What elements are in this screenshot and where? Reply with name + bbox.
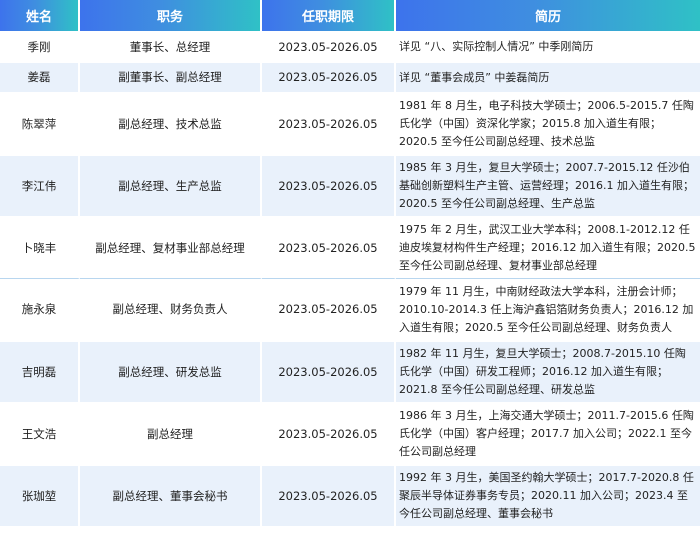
cell-term: 2023.05-2026.05 <box>262 464 396 526</box>
cell-bio: 1985 年 3 月生，复旦大学硕士；2007.7-2015.12 任沙伯基础创… <box>396 154 700 216</box>
cell-title: 副总经理、研发总监 <box>80 340 262 402</box>
cell-term: 2023.05-2026.05 <box>262 340 396 402</box>
cell-title: 副董事长、副总经理 <box>80 61 262 92</box>
header-term: 任职期限 <box>262 0 396 31</box>
header-bio: 简历 <box>396 0 700 31</box>
cell-bio: 1979 年 11 月生，中南财经政法大学本科，注册会计师；2010.10-20… <box>396 278 700 340</box>
cell-name: 王文浩 <box>0 402 80 464</box>
header-title: 职务 <box>80 0 262 31</box>
cell-title: 副总经理、财务负责人 <box>80 278 262 340</box>
cell-term: 2023.05-2026.05 <box>262 216 396 278</box>
table-row: 张珈堃 副总经理、董事会秘书 2023.05-2026.05 1992 年 3 … <box>0 464 700 526</box>
cell-term: 2023.05-2026.05 <box>262 61 396 92</box>
cell-bio: 1975 年 2 月生，武汉工业大学本科；2008.1-2012.12 任迪皮埃… <box>396 216 700 278</box>
table-row: 李江伟 副总经理、生产总监 2023.05-2026.05 1985 年 3 月… <box>0 154 700 216</box>
table-row: 施永泉 副总经理、财务负责人 2023.05-2026.05 1979 年 11… <box>0 278 700 340</box>
cell-name: 卜晓丰 <box>0 216 80 278</box>
cell-title: 副总经理、董事会秘书 <box>80 464 262 526</box>
cell-term: 2023.05-2026.05 <box>262 402 396 464</box>
table-row: 吉明磊 副总经理、研发总监 2023.05-2026.05 1982 年 11 … <box>0 340 700 402</box>
header-row: 姓名 职务 任职期限 简历 <box>0 0 700 31</box>
cell-title: 董事长、总经理 <box>80 31 262 61</box>
management-table: 姓名 职务 任职期限 简历 季刚 董事长、总经理 2023.05-2026.05… <box>0 0 700 526</box>
cell-term: 2023.05-2026.05 <box>262 31 396 61</box>
cell-name: 季刚 <box>0 31 80 61</box>
cell-name: 施永泉 <box>0 278 80 340</box>
cell-name: 姜磊 <box>0 61 80 92</box>
cell-term: 2023.05-2026.05 <box>262 154 396 216</box>
table-row: 卜晓丰 副总经理、复材事业部总经理 2023.05-2026.05 1975 年… <box>0 216 700 278</box>
header-name: 姓名 <box>0 0 80 31</box>
cell-name: 吉明磊 <box>0 340 80 402</box>
cell-bio: 详见 “董事会成员” 中姜磊简历 <box>396 61 700 92</box>
cell-name: 陈翠萍 <box>0 92 80 154</box>
table-row: 陈翠萍 副总经理、技术总监 2023.05-2026.05 1981 年 8 月… <box>0 92 700 154</box>
cell-bio: 1992 年 3 月生，美国圣约翰大学硕士；2017.7-2020.8 任聚辰半… <box>396 464 700 526</box>
table-row: 姜磊 副董事长、副总经理 2023.05-2026.05 详见 “董事会成员” … <box>0 61 700 92</box>
cell-bio: 1981 年 8 月生，电子科技大学硕士；2006.5-2015.7 任陶氏化学… <box>396 92 700 154</box>
cell-name: 李江伟 <box>0 154 80 216</box>
cell-title: 副总经理、生产总监 <box>80 154 262 216</box>
cell-bio: 1982 年 11 月生，复旦大学硕士；2008.7-2015.10 任陶氏化学… <box>396 340 700 402</box>
cell-bio: 1986 年 3 月生，上海交通大学硕士；2011.7-2015.6 任陶氏化学… <box>396 402 700 464</box>
cell-term: 2023.05-2026.05 <box>262 278 396 340</box>
table-row: 季刚 董事长、总经理 2023.05-2026.05 详见 “八、实际控制人情况… <box>0 31 700 61</box>
cell-term: 2023.05-2026.05 <box>262 92 396 154</box>
cell-title: 副总经理、复材事业部总经理 <box>80 216 262 278</box>
cell-title: 副总经理、技术总监 <box>80 92 262 154</box>
cell-bio: 详见 “八、实际控制人情况” 中季刚简历 <box>396 31 700 61</box>
cell-title: 副总经理 <box>80 402 262 464</box>
table-row: 王文浩 副总经理 2023.05-2026.05 1986 年 3 月生，上海交… <box>0 402 700 464</box>
cell-name: 张珈堃 <box>0 464 80 526</box>
